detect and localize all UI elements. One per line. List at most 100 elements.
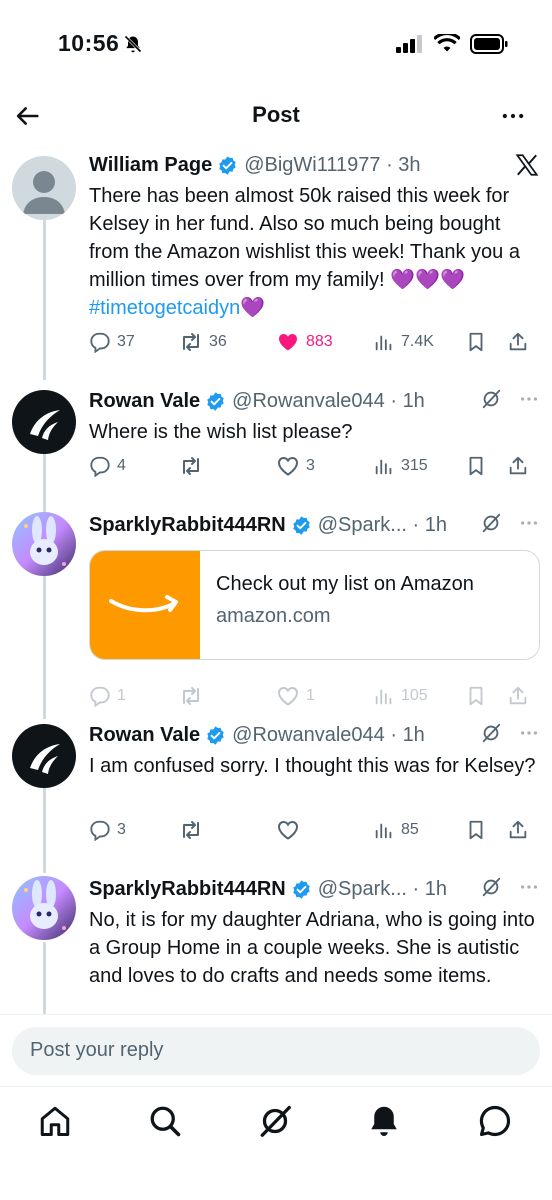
views-icon (375, 689, 392, 705)
author-handle[interactable]: @BigWi111977 (244, 154, 380, 177)
post-actions: 3 85 (89, 816, 540, 844)
views-button[interactable]: 7.4K (373, 331, 465, 353)
link-title: Check out my list on Amazon (216, 573, 474, 595)
views-button[interactable]: 105 (373, 685, 465, 707)
bottom-tab-bar (0, 1086, 552, 1200)
author-name[interactable]: Rowan Vale (89, 390, 200, 413)
more-icon[interactable] (518, 512, 540, 534)
bookmark-icon (469, 332, 483, 352)
author-handle[interactable]: @Spark... (318, 878, 407, 901)
share-button[interactable] (507, 819, 529, 841)
repost-icon (183, 687, 199, 705)
repost-button[interactable] (179, 684, 276, 708)
reply-post[interactable]: Rowan Vale @Rowanvale044 · 1h I am confu… (0, 722, 552, 862)
reply-post[interactable]: SparklyRabbit444RN @Spark... · 1h No, it… (0, 876, 552, 1014)
reply-button[interactable]: 37 (89, 331, 179, 353)
reply-post[interactable]: SparklyRabbit444RN @Spark... · 1h Check … (0, 512, 552, 712)
repost-icon (183, 457, 199, 475)
more-icon[interactable] (518, 388, 540, 410)
views-icon (375, 335, 392, 351)
avatar[interactable] (12, 724, 76, 788)
author-name[interactable]: Rowan Vale (89, 724, 200, 747)
reply-post[interactable]: Rowan Vale @Rowanvale044 · 1h Where is t… (0, 388, 552, 498)
post-time: 3h (398, 153, 421, 176)
author-handle[interactable]: @Spark... (318, 514, 407, 537)
reply-icon (90, 456, 110, 477)
views-button[interactable]: 85 (373, 819, 465, 841)
grok-icon[interactable] (480, 512, 502, 534)
reply-button[interactable]: 1 (89, 685, 179, 707)
home-icon[interactable] (37, 1103, 73, 1139)
repost-button[interactable] (179, 454, 276, 478)
author-handle[interactable]: @Rowanvale044 (232, 390, 385, 413)
repost-button[interactable] (179, 818, 276, 842)
reply-button[interactable]: 3 (89, 819, 179, 841)
post-text: No, it is for my daughter Adriana, who i… (89, 909, 535, 987)
grok-icon[interactable] (480, 876, 502, 898)
author-name[interactable]: SparklyRabbit444RN (89, 514, 286, 537)
bookmark-icon (469, 820, 483, 840)
share-button[interactable] (507, 455, 529, 477)
avatar[interactable] (12, 512, 76, 576)
avatar[interactable] (12, 876, 76, 940)
verified-badge-icon (218, 154, 237, 176)
bookmark-button[interactable] (465, 685, 507, 707)
post-time: 1h (402, 723, 425, 746)
conversation-feed[interactable]: William Page @BigWi111977 · 3h There has… (0, 142, 552, 1014)
heart-icon (278, 821, 298, 840)
heart-icon (278, 457, 298, 476)
status-icons (396, 34, 508, 54)
share-icon (509, 686, 527, 705)
share-icon (509, 820, 527, 839)
x-logo-icon[interactable] (514, 152, 540, 178)
share-button[interactable] (507, 685, 529, 707)
reply-composer: Post your reply (0, 1014, 552, 1086)
post-time: 1h (424, 513, 447, 536)
bookmark-button[interactable] (465, 819, 507, 841)
views-button[interactable]: 315 (373, 455, 465, 477)
verified-badge-icon (206, 390, 225, 412)
author-name[interactable]: William Page (89, 154, 212, 177)
bookmark-button[interactable] (465, 455, 507, 477)
heart-icon (278, 687, 298, 706)
like-button[interactable]: 883 (276, 330, 373, 354)
verified-badge-icon (206, 724, 225, 746)
avatar[interactable] (12, 390, 76, 454)
repost-button[interactable]: 36 (179, 330, 276, 354)
bell-icon[interactable] (366, 1103, 402, 1139)
more-icon[interactable] (498, 102, 528, 130)
silent-mode-icon (124, 34, 142, 53)
reply-button[interactable]: 4 (89, 455, 179, 477)
status-bar: 10:56 (0, 0, 552, 90)
grok-icon[interactable] (480, 722, 502, 744)
search-icon[interactable] (147, 1103, 183, 1139)
avatar[interactable] (12, 156, 76, 220)
author-name[interactable]: SparklyRabbit444RN (89, 878, 286, 901)
more-icon[interactable] (518, 722, 540, 744)
views-icon (375, 459, 392, 475)
link-preview-card[interactable]: Check out my list on Amazon amazon.com (89, 550, 540, 660)
amazon-logo-icon (90, 551, 200, 659)
messages-icon[interactable] (477, 1103, 513, 1139)
views-icon (375, 823, 392, 839)
like-button[interactable]: 1 (276, 684, 373, 708)
share-icon (509, 332, 527, 351)
grok-icon[interactable] (480, 388, 502, 410)
reply-input[interactable]: Post your reply (12, 1027, 540, 1075)
bookmark-icon (469, 686, 483, 706)
main-post[interactable]: William Page @BigWi111977 · 3h There has… (0, 152, 552, 372)
heart-icon (279, 334, 297, 351)
bookmark-button[interactable] (465, 331, 507, 353)
like-button[interactable]: 3 (276, 454, 373, 478)
share-button[interactable] (507, 331, 529, 353)
like-button[interactable] (276, 818, 373, 842)
reply-icon (90, 332, 110, 353)
hashtag-link[interactable]: #timetogetcaidyn (89, 297, 240, 319)
grok-icon[interactable] (257, 1103, 293, 1139)
post-actions: 1 1 105 (89, 682, 540, 710)
battery-icon (470, 34, 508, 54)
signal-icon (396, 35, 422, 53)
author-handle[interactable]: @Rowanvale044 (232, 724, 385, 747)
more-icon[interactable] (518, 876, 540, 898)
post-text: I am confused sorry. I thought this was … (89, 755, 536, 777)
